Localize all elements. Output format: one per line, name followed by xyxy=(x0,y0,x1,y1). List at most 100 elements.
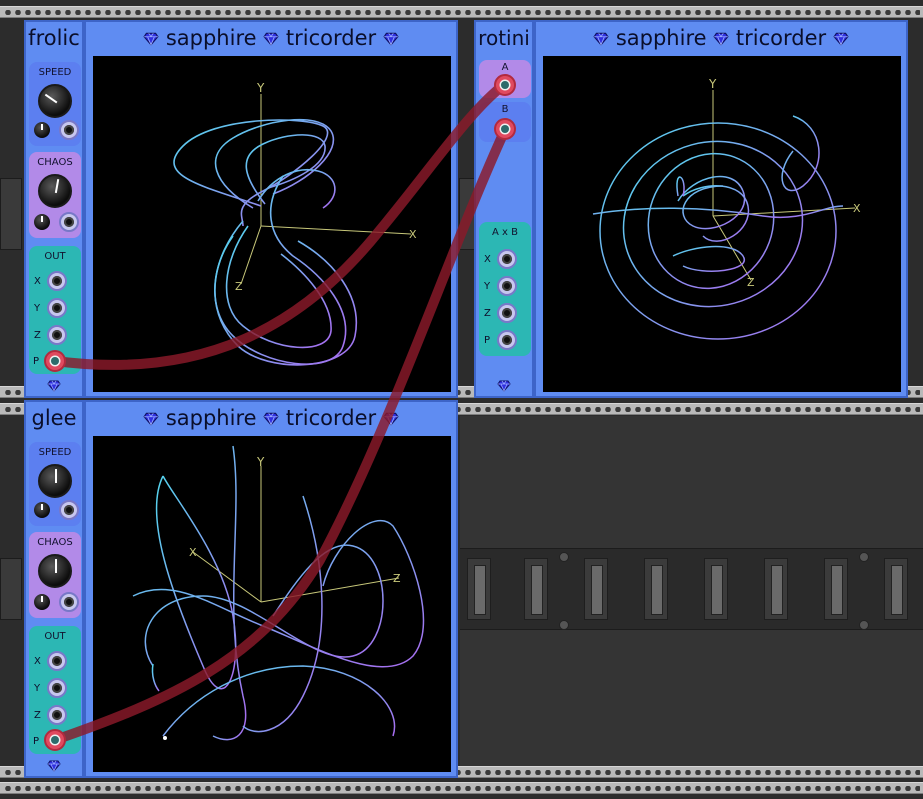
axis-z-label: Z xyxy=(747,276,755,289)
chaos-cv-input[interactable] xyxy=(59,592,79,612)
plug-icon[interactable] xyxy=(44,350,66,372)
output-x-jack[interactable] xyxy=(47,271,67,291)
blank-slot xyxy=(467,558,491,620)
tricorder-display[interactable]: Y X Z xyxy=(543,56,901,392)
axis-z-label: Z xyxy=(393,572,401,585)
gem-icon xyxy=(143,32,159,46)
out-label: OUT xyxy=(44,251,66,262)
output-z-label: Z xyxy=(34,330,41,341)
chaos-section: CHAOS xyxy=(29,532,81,618)
tricorder-display[interactable]: Y X Z xyxy=(93,436,451,772)
brand-label: sapphire xyxy=(165,406,257,430)
tricorder-module-glee: sapphire tricorder Y X Z xyxy=(84,400,458,778)
output-z-jack[interactable] xyxy=(497,303,517,323)
gem-icon xyxy=(833,32,849,46)
speed-knob[interactable] xyxy=(38,84,72,118)
output-z-label: Z xyxy=(484,308,491,319)
speed-cv-input[interactable] xyxy=(59,120,79,140)
chaos-cv-input[interactable] xyxy=(59,212,79,232)
plug-icon[interactable] xyxy=(44,729,66,751)
tricorder-module-frolic: sapphire tricorder Y X Z xyxy=(84,20,458,398)
axis-x-label: X xyxy=(409,228,417,241)
gem-icon xyxy=(593,32,609,46)
product-label: tricorder xyxy=(735,26,827,50)
tricorder-display[interactable]: Y X Z xyxy=(93,56,451,392)
gem-icon xyxy=(143,412,159,426)
gem-icon xyxy=(263,412,279,426)
output-y-label: Y xyxy=(34,303,41,314)
chaos-attenuverter-knob[interactable] xyxy=(34,214,50,230)
output-y-label: Y xyxy=(484,281,491,292)
chaos-section: CHAOS xyxy=(29,152,81,238)
product-label: tricorder xyxy=(285,406,377,430)
output-z-label: Z xyxy=(34,710,41,721)
output-x-label: X xyxy=(484,254,491,265)
output-x-label: X xyxy=(34,656,41,667)
screw-icon xyxy=(559,620,569,630)
brand-label: sapphire xyxy=(615,26,707,50)
input-b-label: B xyxy=(501,104,509,115)
blank-slot xyxy=(644,558,668,620)
speed-section: SPEED xyxy=(29,62,81,146)
output-y-label: Y xyxy=(34,683,41,694)
speed-label: SPEED xyxy=(38,67,72,78)
chaos-label: CHAOS xyxy=(37,537,73,548)
blank-slot xyxy=(524,558,548,620)
blank-slot xyxy=(764,558,788,620)
product-label: tricorder xyxy=(285,26,377,50)
screw-icon xyxy=(859,620,869,630)
chaos-label: CHAOS xyxy=(37,157,73,168)
speed-knob[interactable] xyxy=(38,464,72,498)
axis-x-label: X xyxy=(189,546,197,559)
speed-label: SPEED xyxy=(38,447,72,458)
tricorder-title: sapphire tricorder xyxy=(86,26,456,50)
chaos-attenuverter-knob[interactable] xyxy=(34,594,50,610)
blank-slot xyxy=(884,558,908,620)
speed-attenuverter-knob[interactable] xyxy=(34,502,50,518)
axis-y-label: Y xyxy=(256,455,265,469)
gem-icon xyxy=(47,380,61,392)
output-p-label: P xyxy=(33,356,40,367)
output-p-jack[interactable] xyxy=(497,330,517,350)
module-title: rotini xyxy=(478,26,530,50)
output-p-label: P xyxy=(33,736,40,747)
output-p-label: P xyxy=(484,335,491,346)
out-label: OUT xyxy=(44,631,66,642)
gem-icon xyxy=(383,32,399,46)
gem-icon xyxy=(47,760,61,772)
output-z-jack[interactable] xyxy=(47,325,67,345)
output-x-jack[interactable] xyxy=(47,651,67,671)
speed-cv-input[interactable] xyxy=(59,500,79,520)
speed-section: SPEED xyxy=(29,442,81,526)
attractor-trace xyxy=(173,118,358,366)
output-x-label: X xyxy=(34,276,41,287)
axis-y-label: Y xyxy=(708,77,717,91)
speed-attenuverter-knob[interactable] xyxy=(34,122,50,138)
output-y-jack[interactable] xyxy=(497,276,517,296)
screw-icon xyxy=(559,552,569,562)
module-title: frolic xyxy=(28,26,80,50)
axis-y-label: Y xyxy=(256,81,265,95)
glee-module: glee SPEED CHAOS OUT X Y Z P xyxy=(24,400,84,778)
chaos-knob[interactable] xyxy=(38,554,72,588)
plug-icon[interactable] xyxy=(494,118,516,140)
out-label: A x B xyxy=(492,227,518,238)
brand-label: sapphire xyxy=(165,26,257,50)
chaos-knob[interactable] xyxy=(38,174,72,208)
tricorder-module-rotini: sapphire tricorder Y X Z xyxy=(534,20,908,398)
gem-icon xyxy=(497,380,511,392)
input-a-label: A xyxy=(501,62,509,73)
rack-rail-top xyxy=(0,6,923,18)
axis-x-label: X xyxy=(853,202,861,215)
out-section: A x B X Y Z P xyxy=(479,222,531,356)
output-y-jack[interactable] xyxy=(47,678,67,698)
output-z-jack[interactable] xyxy=(47,705,67,725)
output-y-jack[interactable] xyxy=(47,298,67,318)
rack-rail-bottom-lower xyxy=(0,782,923,794)
plug-icon[interactable] xyxy=(494,74,516,96)
gem-icon xyxy=(383,412,399,426)
screw-icon xyxy=(859,552,869,562)
module-title: glee xyxy=(31,406,77,430)
output-x-jack[interactable] xyxy=(497,249,517,269)
frolic-module: frolic SPEED CHAOS OUT X Y Z P xyxy=(24,20,84,398)
